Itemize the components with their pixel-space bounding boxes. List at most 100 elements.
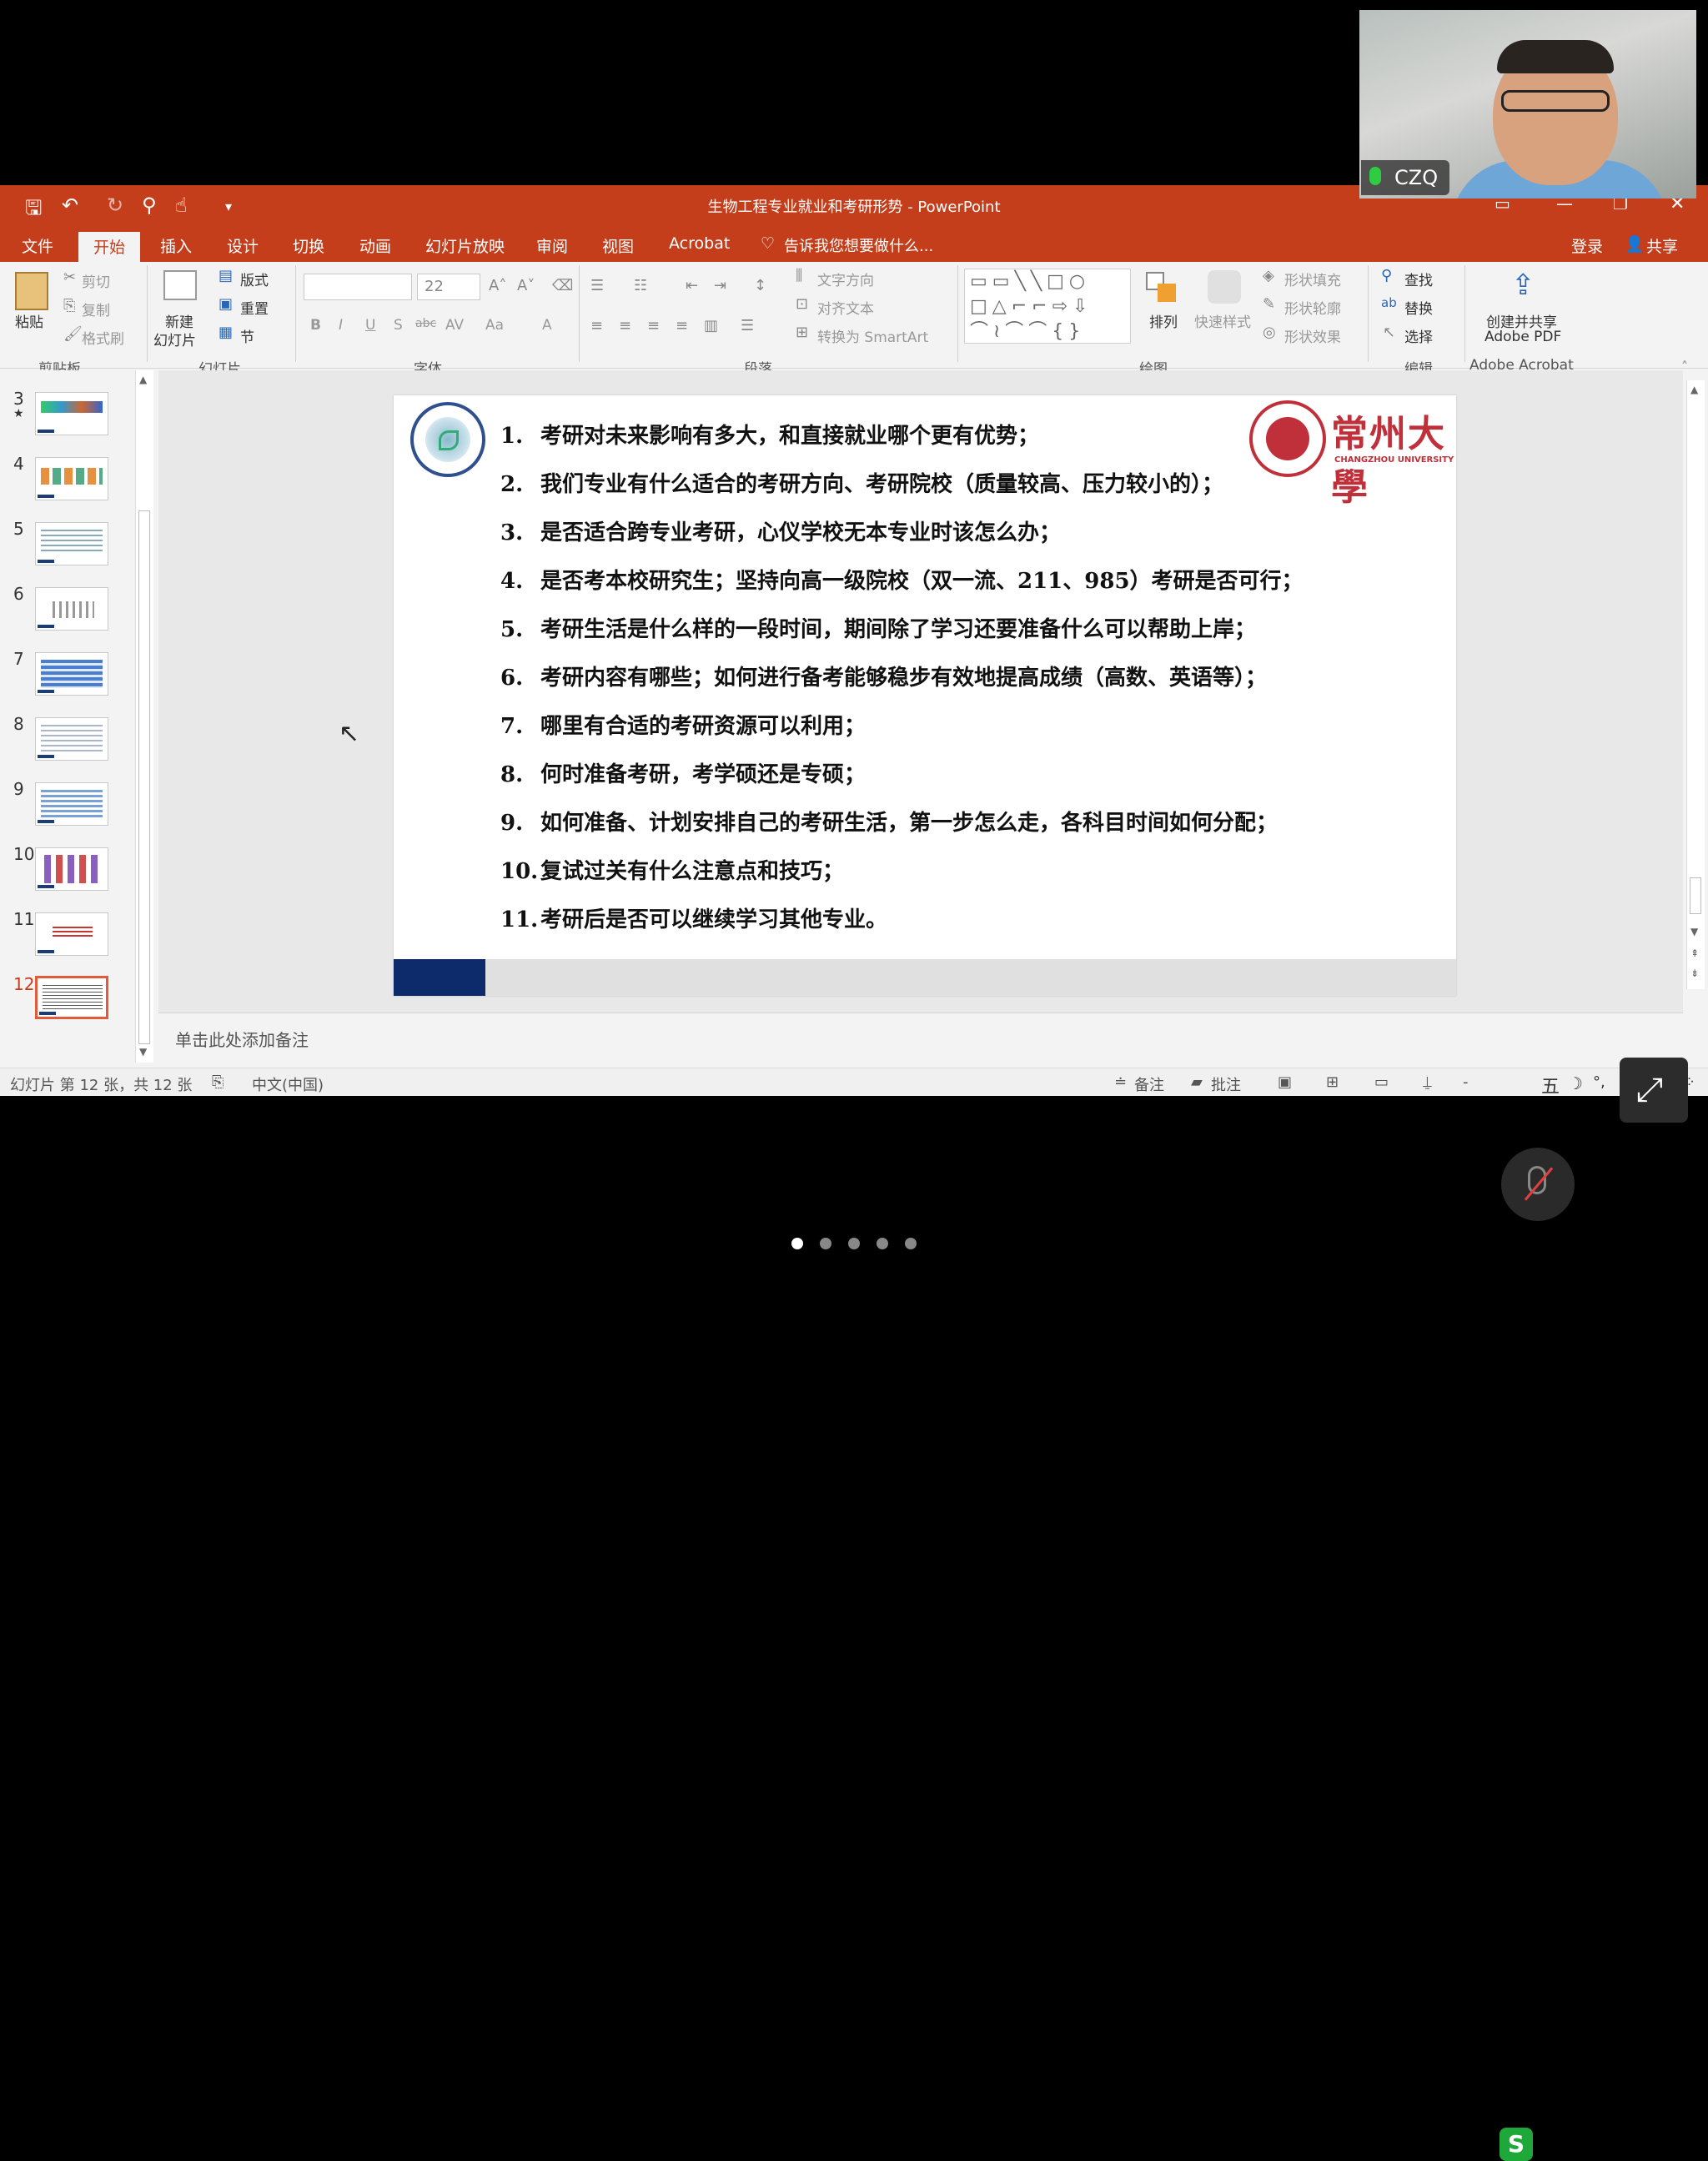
paste-button[interactable]: 粘贴 — [15, 310, 43, 331]
login-link[interactable]: 登录 — [1571, 234, 1603, 257]
columns-icon[interactable]: ▥ — [704, 317, 718, 334]
section-button[interactable]: 节 — [240, 325, 254, 346]
tab-file[interactable]: 文件 — [22, 234, 53, 257]
new-slide-icon[interactable] — [163, 270, 197, 300]
ime-mode[interactable]: 五 — [1541, 1072, 1560, 1098]
decrease-indent-icon[interactable]: ⇤ — [686, 277, 698, 294]
shadow-button[interactable]: S — [394, 317, 403, 334]
editor-scrollbar[interactable]: ▲ ▼ ⇞ ⇟ — [1686, 380, 1705, 989]
tab-transitions[interactable]: 切换 — [293, 234, 324, 257]
find-button[interactable]: 查找 — [1404, 269, 1433, 289]
select-button[interactable]: 选择 — [1404, 325, 1433, 346]
replace-button[interactable]: 替换 — [1404, 297, 1433, 318]
change-case-button[interactable]: Aa — [485, 317, 504, 334]
font-name-input[interactable] — [304, 274, 412, 300]
page-dot[interactable] — [820, 1238, 831, 1249]
align-text-button[interactable]: 对齐文本 — [817, 297, 874, 318]
zoom-out-icon[interactable]: - — [1463, 1073, 1469, 1091]
notes-toggle[interactable]: 备注 — [1134, 1073, 1164, 1095]
tab-slideshow[interactable]: 幻灯片放映 — [425, 234, 505, 257]
ime-moon-icon[interactable]: ☽ — [1568, 1073, 1583, 1093]
slide-sorter-icon[interactable]: ⊞ — [1326, 1073, 1339, 1091]
smartart-button[interactable]: 转换为 SmartArt — [817, 325, 928, 346]
tab-view[interactable]: 视图 — [602, 234, 634, 257]
reset-button[interactable]: 重置 — [240, 297, 269, 318]
format-painter-button[interactable]: 格式刷 — [82, 327, 124, 348]
new-slide-label-2[interactable]: 幻灯片 — [153, 329, 196, 349]
tab-animations[interactable]: 动画 — [359, 234, 391, 257]
next-slide-icon[interactable]: ⇟ — [1690, 967, 1699, 979]
page-dot[interactable] — [877, 1238, 888, 1249]
line-spacing-icon[interactable]: ↕ — [754, 277, 766, 294]
reading-view-icon[interactable]: ▭ — [1374, 1073, 1389, 1091]
slide-thumbnail[interactable] — [35, 522, 108, 565]
scroll-down-icon[interactable]: ▼ — [1690, 926, 1698, 937]
slide-thumbnail[interactable] — [35, 587, 108, 631]
numbering-icon[interactable]: ☷ — [634, 277, 647, 294]
slide-thumbnail[interactable] — [35, 847, 108, 891]
fullscreen-button[interactable]: ⤢ — [1620, 1058, 1688, 1123]
grow-font-icon[interactable]: A˄ — [489, 277, 506, 294]
justify-icon[interactable]: ≡ — [676, 317, 688, 334]
slide-thumbnail[interactable] — [35, 782, 108, 826]
shape-outline-button[interactable]: 形状轮廓 — [1284, 297, 1341, 318]
bullets-icon[interactable]: ☰ — [590, 277, 604, 294]
comments-toggle[interactable]: 批注 — [1211, 1073, 1241, 1095]
ime-punct-icon[interactable]: °, — [1593, 1073, 1605, 1091]
arrange-button[interactable]: 排列 — [1149, 310, 1178, 331]
slideshow-view-icon[interactable]: ⍊ — [1423, 1073, 1432, 1091]
slide-thumbnail[interactable] — [35, 652, 108, 696]
page-dot[interactable] — [848, 1238, 860, 1249]
tab-review[interactable]: 审阅 — [536, 234, 568, 257]
slide-thumbnail[interactable] — [35, 912, 108, 956]
create-pdf-label-2[interactable]: Adobe PDF — [1484, 329, 1561, 345]
arrange-icon[interactable] — [1146, 272, 1179, 305]
scroll-up-icon[interactable]: ▲ — [139, 374, 147, 385]
pdf-share-icon[interactable]: ⇪ — [1511, 269, 1535, 302]
page-dot-active[interactable] — [791, 1238, 803, 1249]
slide-thumbnail[interactable] — [35, 457, 108, 500]
shape-effects-button[interactable]: 形状效果 — [1284, 325, 1341, 346]
char-spacing-button[interactable]: AV — [445, 317, 464, 334]
cut-button[interactable]: 剪切 — [82, 270, 110, 291]
slide-thumbnail[interactable] — [35, 392, 108, 435]
mute-button[interactable] — [1501, 1148, 1575, 1221]
align-right-icon[interactable]: ≡ — [647, 317, 660, 334]
font-color-button[interactable]: A — [542, 317, 552, 334]
copy-button[interactable]: 复制 — [82, 299, 110, 319]
previous-slide-icon[interactable]: ⇞ — [1690, 947, 1699, 959]
normal-view-icon[interactable]: ▣ — [1278, 1073, 1292, 1091]
clear-format-icon[interactable]: ⌫ — [552, 277, 573, 294]
shrink-font-icon[interactable]: A˅ — [517, 277, 535, 294]
align-center-icon[interactable]: ≡ — [619, 317, 631, 334]
current-slide[interactable]: 常州大學 CHANGZHOU UNIVERSITY 1. 考研对未来影响有多大，和… — [394, 395, 1456, 996]
text-direction-button[interactable]: 文字方向 — [817, 269, 874, 289]
notes-pane[interactable]: 单击此处添加备注 — [158, 1013, 1683, 1068]
thumbnail-scrollbar[interactable]: ▲ ▼ — [135, 370, 153, 1063]
font-size-input[interactable]: 22 — [417, 274, 480, 300]
align-bottom-icon[interactable]: ☰ — [741, 317, 754, 334]
shape-fill-button[interactable]: 形状填充 — [1284, 269, 1341, 289]
paste-icon[interactable] — [15, 272, 48, 310]
scroll-up-icon[interactable]: ▲ — [1690, 384, 1698, 395]
slide-thumbnail[interactable] — [35, 717, 108, 761]
ime-logo-icon[interactable]: S — [1500, 2128, 1533, 2161]
tell-me-search[interactable]: 告诉我您想要做什么... — [784, 234, 933, 256]
quick-styles-icon[interactable] — [1208, 270, 1241, 304]
tab-insert[interactable]: 插入 — [160, 234, 192, 257]
scroll-down-icon[interactable]: ▼ — [139, 1046, 147, 1058]
quick-styles-button[interactable]: 快速样式 — [1194, 310, 1251, 331]
strikethrough-button[interactable]: abc — [415, 317, 436, 330]
shapes-gallery[interactable]: ▭▭╲╲□○ □△⌐⌐⇨⇩ ⌒≀⌒⌒{} — [964, 269, 1131, 344]
slide-thumbnail-selected[interactable] — [35, 976, 108, 1019]
bold-button[interactable]: B — [310, 317, 321, 334]
underline-button[interactable]: U — [365, 317, 375, 334]
language-indicator[interactable]: 中文(中国) — [252, 1073, 324, 1095]
share-button[interactable]: 共享 — [1646, 234, 1678, 257]
page-dot[interactable] — [905, 1238, 917, 1249]
scroll-thumb[interactable] — [138, 510, 150, 1044]
increase-indent-icon[interactable]: ⇥ — [714, 277, 726, 294]
tab-home[interactable]: 开始 — [78, 232, 141, 262]
tab-design[interactable]: 设计 — [227, 234, 259, 257]
spellcheck-icon[interactable]: ⎘ — [212, 1073, 224, 1091]
